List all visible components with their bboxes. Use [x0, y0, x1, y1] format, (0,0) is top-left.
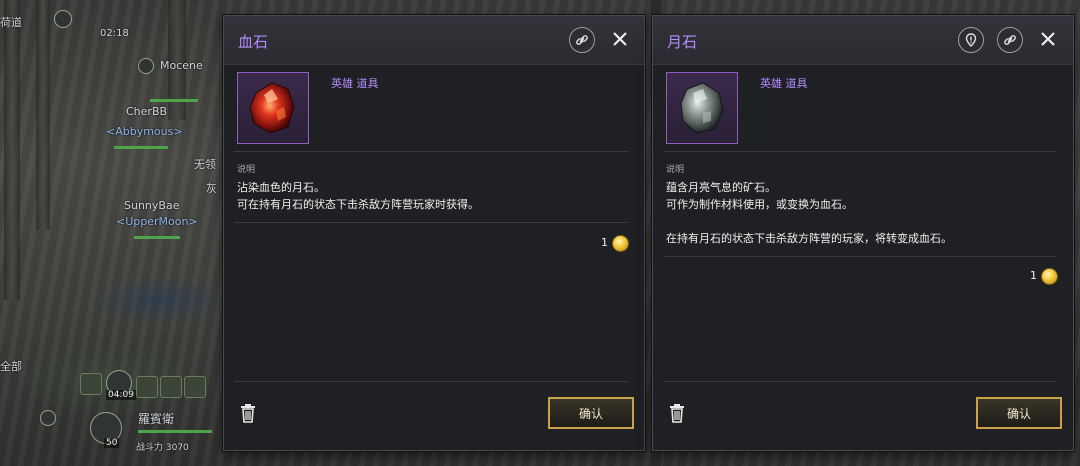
description-line: 可作为制作材料使用，或变换为血石。 [666, 198, 853, 211]
link-icon [1004, 35, 1016, 45]
item-title: 月石 [667, 33, 698, 51]
skill-slot-icon[interactable] [80, 373, 102, 395]
skill-slot-icon[interactable] [160, 376, 182, 398]
coin-icon [612, 235, 629, 252]
description-line: 蕴含月亮气息的矿石。 [666, 181, 776, 194]
close-button[interactable] [608, 27, 632, 51]
divider [663, 381, 1057, 382]
panel-header: 月石 [653, 16, 1073, 65]
trash-icon [241, 404, 255, 423]
player-name: Mocene [160, 59, 203, 72]
link-button[interactable] [569, 27, 595, 53]
close-icon [1041, 32, 1055, 46]
description-label: 说明 [237, 165, 256, 175]
player-marker-icon [138, 58, 154, 74]
map-pin-button[interactable] [958, 27, 984, 53]
player-health-bar [114, 146, 168, 149]
red-crystal-icon [249, 82, 295, 134]
divider [663, 256, 1057, 257]
side-label: 无领 [194, 158, 216, 171]
description-line: 沾染血色的月石。 [237, 181, 325, 194]
hud-marker-icon [40, 410, 56, 426]
npc-name: 羅賓衛 [138, 412, 175, 426]
item-tooltip-bloodstone: 血石 英雄 道具 说明 沾染血色的月石。 可在持有月石的状态下击杀敌方阵营玩家时… [223, 15, 645, 451]
player-guild: <UpperMoon> [116, 215, 198, 228]
close-button[interactable] [1036, 27, 1060, 51]
item-quantity: 1 [601, 236, 608, 249]
item-title: 血石 [238, 33, 269, 51]
hud-timer-icon[interactable] [54, 10, 72, 28]
player-health-bar [134, 236, 180, 239]
confirm-button[interactable]: 确认 [976, 397, 1062, 429]
skill-slot-icon[interactable] [136, 376, 158, 398]
divider [234, 151, 628, 152]
trash-icon [670, 404, 684, 423]
delete-button[interactable] [669, 403, 685, 423]
description-label: 说明 [666, 165, 685, 175]
player-name: SunnyBae [124, 199, 180, 212]
link-icon [576, 35, 588, 45]
divider [663, 151, 1057, 152]
confirm-button[interactable]: 确认 [548, 397, 634, 429]
player-health-bar [150, 99, 198, 102]
description-line: 可在持有月石的状态下击杀敌方阵营玩家时获得。 [237, 198, 479, 211]
player-name: CherBB [126, 105, 168, 118]
divider [234, 222, 628, 223]
delete-button[interactable] [240, 403, 256, 423]
item-image-frame [666, 72, 738, 144]
item-tooltip-moonstone: 月石 英雄 道具 说明 蕴含月亮气息的矿石。 可作为制作材料使用，或变换为血石。… [652, 15, 1074, 451]
npc-health-bar [138, 430, 212, 433]
hud-place-label: 荷道 [0, 16, 22, 29]
map-label: 全部 [0, 360, 22, 373]
description-line: 在持有月石的状态下击杀敌方阵营的玩家，将转变成血石。 [666, 232, 952, 245]
divider [234, 381, 628, 382]
level-badge: 50 [104, 438, 120, 448]
hud-clock: 02:18 [100, 28, 129, 39]
combat-power: 战斗力 3070 [136, 443, 189, 453]
item-quantity: 1 [1030, 269, 1037, 282]
grey-ore-icon [680, 82, 724, 134]
side-label: 灰 [206, 182, 217, 195]
buff-timer: 04:09 [106, 390, 136, 400]
skill-slot-icon[interactable] [184, 376, 206, 398]
panel-header: 血石 [224, 16, 644, 65]
item-grade: 英雄 道具 [331, 77, 379, 90]
map-pin-icon [965, 33, 977, 47]
background-pillar [4, 0, 20, 300]
item-image-frame [237, 72, 309, 144]
close-icon [613, 32, 627, 46]
item-grade: 英雄 道具 [760, 77, 808, 90]
coin-icon [1041, 268, 1058, 285]
player-guild: <Abbymous> [106, 125, 183, 138]
link-button[interactable] [997, 27, 1023, 53]
background-pillar [36, 0, 50, 230]
